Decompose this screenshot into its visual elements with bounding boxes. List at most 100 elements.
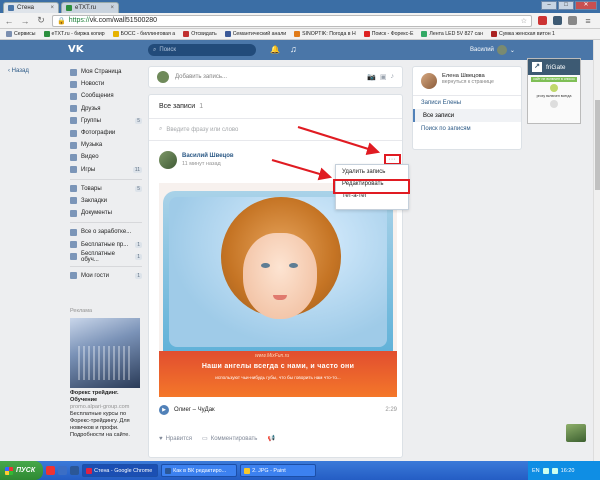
chat-thumbnail[interactable] [566,424,586,442]
ads-label: Реклама [70,308,93,314]
bookmark-item[interactable]: Сервисы [3,31,39,37]
sidebar-item-label: Бесплатные обуч... [81,250,115,263]
windows-flag-icon [5,466,13,475]
menu-icon[interactable]: ≡ [583,16,593,26]
ad-block[interactable]: Форекс трейдинг. Обучение promo.alpari-g… [70,390,142,439]
ad-image[interactable] [70,318,140,388]
child-photo [169,197,387,347]
task-paint[interactable]: 2. JPG - Paint [240,464,317,477]
goods-icon [70,185,77,193]
profile-card[interactable]: Елена Швецова вернуться к странице [413,67,521,96]
bookmark-item[interactable]: Сумка женская витон 1 [488,31,558,37]
comment-button[interactable]: ▭ Комментировать [202,435,257,443]
sidebar-item[interactable]: Фотографии [70,127,142,139]
sidebar-item[interactable]: Группы 5 [70,115,142,127]
sidebar-item[interactable]: Товары 5 [70,183,142,195]
link-posts[interactable]: Записи Елены [413,96,521,109]
back-link[interactable]: ‹ Назад [8,68,29,74]
sidebar-item[interactable]: Музыка [70,139,142,151]
link-search-posts[interactable]: Поиск по записям [413,122,521,135]
music-note-icon[interactable]: ♪ [391,73,395,81]
share-button[interactable]: 📢 [267,435,274,442]
bookmark-item[interactable]: БОСС - биллинговая а [110,31,179,37]
paint-icon [244,467,251,474]
vk-search-input[interactable]: ⌕ Поиск [148,44,256,56]
watermark: www.MixFun.ru [255,353,290,359]
start-button[interactable]: ПУСК [0,461,44,480]
feed-header: Все записи 1 [149,95,402,119]
settings-icon[interactable] [550,100,558,108]
sidebar-item[interactable]: Друзья [70,103,142,115]
avatar[interactable] [159,151,177,169]
bookmark-item[interactable]: eTXT.ru - биржа копир [41,31,108,37]
sidebar-item[interactable]: Новости [70,78,142,90]
sidebar-item[interactable]: Бесплатные пр... 1 [70,238,142,250]
user-menu[interactable]: Василий ⌄ [470,45,515,55]
tab-etxt[interactable]: eTXT.ru × [61,2,119,13]
avatar [421,73,437,89]
sidebar-item[interactable]: Документы [70,207,142,219]
sidebar-item[interactable]: Закладки [70,195,142,207]
reload-icon[interactable]: ↻ [36,15,46,26]
scroll-thumb[interactable] [595,100,600,190]
back-arrow-icon[interactable]: ← [4,16,14,26]
minimize-button[interactable]: – [541,1,557,10]
bookmark-item[interactable]: Семантический анали [222,31,289,37]
sidebar-item-label: Фотографии [81,130,116,137]
close-tab-icon[interactable]: × [50,5,54,11]
sidebar-item[interactable]: Бесплатные обуч... 1 [70,251,142,263]
sidebar-item[interactable]: Все о заработке... [70,226,142,238]
link-all-posts[interactable]: Все записи [413,109,521,122]
notifications-bell-icon[interactable]: 🔔 [270,45,280,54]
close-tab-icon[interactable]: × [110,5,114,11]
sidebar-item[interactable]: Игры 11 [70,164,142,176]
count-badge: 5 [135,117,142,124]
url-text: vk.com/wall51500280 [89,17,158,24]
ie-icon[interactable] [58,466,68,475]
close-window-button[interactable]: ✕ [575,1,597,10]
bookmark-star-icon[interactable]: ☆ [521,17,527,25]
task-word[interactable]: Как в ВК редактиро... [161,464,238,477]
camera-icon[interactable]: 📷 [367,73,376,81]
like-button[interactable]: ♥ Нравится [159,436,192,442]
author-name[interactable]: Василий Швецов [182,153,234,159]
chrome-icon[interactable] [46,466,56,475]
sidebar-item[interactable]: Сообщения [70,90,142,102]
post-date[interactable]: 11 минут назад [182,161,234,167]
maximize-button[interactable]: □ [558,1,574,10]
sidebar-item[interactable]: Моя Страница [70,66,142,78]
toggle-icon[interactable] [550,84,558,92]
sidebar-item[interactable]: Мои гости 1 [70,270,142,282]
volume-icon[interactable] [551,467,558,474]
sidebar-item-label: Товары [81,185,102,192]
network-icon[interactable] [542,467,549,474]
address-bar[interactable]: 🔒 https://vk.com/wall51500280 ☆ [52,14,532,27]
menu-item-delete[interactable]: Удалить запись [336,166,408,177]
extension-icon[interactable] [568,16,577,25]
all-posts-title: Все записи [159,103,196,110]
play-icon[interactable]: ▶ [159,405,169,415]
bookmark-item[interactable]: Поиск - Форекс-Е [361,31,417,37]
bookmark-icon [421,31,428,37]
scrollbar[interactable] [593,40,600,461]
music-note-icon[interactable]: ♫ [290,44,297,54]
post-image[interactable]: www.MixFun.ru Наши ангелы всегда с нами,… [159,183,397,397]
word-icon[interactable] [70,466,80,475]
bookmark-item[interactable]: Лента LED 5V 827 сан [418,31,486,37]
bookmark-icon [6,31,12,37]
forward-arrow-icon[interactable]: → [20,16,30,26]
bookmark-item[interactable]: SINOPTIK: Погода в Н [291,31,359,37]
extension-icon[interactable] [538,16,547,25]
bookmark-item[interactable]: Отсвидать [180,31,219,37]
frigate-extension-icon[interactable] [553,16,562,25]
tab-wall[interactable]: Стена × [3,2,59,13]
sidebar-item[interactable]: Видео [70,151,142,163]
wall-search-input[interactable]: ⌕ Введите фразу или слово [149,119,402,141]
audio-track[interactable]: ▶ Олиег – ЧуДак 2:29 [159,405,397,415]
new-post-box[interactable]: Добавить запись... 📷 ▣ ♪ [148,66,403,88]
language-indicator[interactable]: EN [532,468,540,474]
vk-logo-icon[interactable]: VK [68,44,88,56]
task-chrome[interactable]: Стена - Google Chrome [82,464,159,477]
video-icon[interactable]: ▣ [380,73,387,81]
sidebar-item-label: Документы [81,210,112,217]
